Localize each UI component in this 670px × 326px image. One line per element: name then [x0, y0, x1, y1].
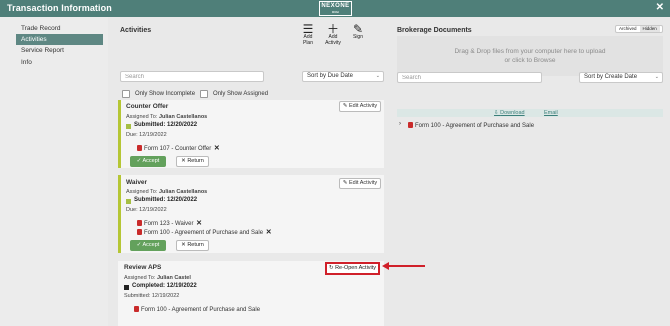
- status-indicator: [126, 124, 131, 129]
- dropzone-text: Drag & Drop files from your computer her…: [454, 48, 606, 55]
- archived-hidden-toggle: Archived Hidden: [615, 25, 663, 33]
- status-text: Submitted: 12/20/2022: [134, 122, 198, 128]
- logo-subtext: MREI: [331, 10, 340, 14]
- return-button[interactable]: ✕ Return: [176, 156, 209, 167]
- assigned-label: Assigned To:: [124, 275, 156, 281]
- email-link[interactable]: Email: [544, 110, 558, 116]
- activity-card-review-aps: Review APS ↻ Re-Open Activity Assigned T…: [118, 261, 384, 326]
- chevron-down-icon: ⌄: [654, 74, 659, 80]
- assigned-to: Assigned To: Julian Castellanos: [126, 114, 207, 120]
- remove-form-icon[interactable]: ✕: [266, 229, 272, 236]
- add-activity-button[interactable]: ＋ Add Activity: [323, 23, 343, 46]
- accept-label: Accept: [142, 158, 160, 164]
- activity-title: Waiver: [126, 179, 148, 186]
- form-name[interactable]: Form 100 - Agreement of Purchase and Sal…: [141, 307, 260, 313]
- activity-card-waiver: Waiver ✎ Edit Activity Assigned To: Juli…: [118, 175, 384, 253]
- assigned-to: Assigned To: Julian Castel: [124, 275, 191, 281]
- sidebar-item-info[interactable]: Info: [16, 57, 103, 68]
- submitted-date: Submitted: 12/19/2022: [124, 293, 180, 299]
- documents-sort-select[interactable]: Sort by Create Date ⌄: [579, 72, 663, 83]
- activities-sort-value: Sort by Due Date: [307, 73, 354, 79]
- upload-dropzone[interactable]: Drag & Drop files from your computer her…: [397, 36, 663, 76]
- sidebar-item-activities[interactable]: Activities: [16, 34, 103, 45]
- form-item: Form 123 - Waiver ✕: [137, 219, 202, 227]
- assigned-to: Assigned To: Julian Castellanos: [126, 189, 207, 195]
- only-incomplete-label: Only Show Incomplete: [135, 91, 196, 97]
- chevron-right-icon[interactable]: ›: [399, 121, 401, 127]
- document-name[interactable]: Form 100 - Agreement of Purchase and Sal…: [415, 123, 534, 129]
- return-label: Return: [187, 158, 204, 164]
- chevron-down-icon: ⌄: [375, 73, 380, 79]
- due-date: Due: 12/19/2022: [126, 207, 167, 213]
- form-item: Form 100 - Agreement of Purchase and Sal…: [137, 228, 272, 236]
- add-plan-label: Add Plan: [302, 34, 313, 46]
- form-item: Form 107 - Counter Offer ✕: [137, 144, 220, 152]
- reopen-activity-label: Re-Open Activity: [335, 265, 377, 271]
- download-link[interactable]: ⇩ Download: [494, 110, 525, 116]
- only-assigned-checkbox[interactable]: [200, 90, 208, 98]
- sidebar-item-trade-record[interactable]: Trade Record: [16, 23, 103, 34]
- edit-activity-label: Edit Activity: [349, 103, 378, 109]
- brokerage-title: Brokerage Documents: [397, 27, 472, 34]
- sidebar: Trade Record Activities Service Report I…: [0, 17, 108, 326]
- edit-activity-button[interactable]: ✎ Edit Activity: [339, 101, 381, 112]
- form-name[interactable]: Form 123 - Waiver: [144, 221, 193, 227]
- logo-text: NEXONE: [321, 3, 350, 9]
- due-date: Due: 12/19/2022: [126, 132, 167, 138]
- assignee-name: Julian Castellanos: [158, 189, 208, 195]
- activities-search-input[interactable]: [120, 71, 264, 82]
- return-button[interactable]: ✕ Return: [176, 240, 209, 251]
- sign-button[interactable]: ✎ Sign: [348, 23, 368, 41]
- close-icon[interactable]: ✕: [656, 2, 664, 14]
- only-incomplete-checkbox[interactable]: [122, 90, 130, 98]
- edit-activity-label: Edit Activity: [349, 180, 378, 186]
- remove-form-icon[interactable]: ✕: [214, 145, 220, 152]
- nexone-logo: NEXONE MREI: [319, 1, 352, 16]
- accept-label: Accept: [142, 242, 160, 248]
- activities-title: Activities: [120, 27, 152, 34]
- assigned-label: Assigned To:: [126, 114, 158, 120]
- pdf-icon: [137, 220, 142, 226]
- assigned-label: Assigned To:: [126, 189, 158, 195]
- assignee-name: Julian Castellanos: [158, 114, 208, 120]
- only-assigned-label: Only Show Assigned: [213, 91, 269, 97]
- pdf-icon: [137, 229, 142, 235]
- activity-card-counter-offer: Counter Offer ✎ Edit Activity Assigned T…: [118, 100, 384, 168]
- pdf-icon: [134, 306, 139, 312]
- documents-sort-value: Sort by Create Date: [584, 74, 638, 80]
- activity-title: Counter Offer: [126, 103, 169, 110]
- return-label: Return: [187, 242, 204, 248]
- activity-title: Review APS: [124, 264, 162, 271]
- status-indicator: [126, 199, 131, 204]
- sign-label: Sign: [352, 34, 363, 40]
- status-text: Submitted: 12/20/2022: [134, 197, 198, 203]
- pdf-icon: [408, 122, 413, 128]
- form-name[interactable]: Form 107 - Counter Offer: [144, 146, 211, 152]
- form-name[interactable]: Form 100 - Agreement of Purchase and Sal…: [144, 230, 263, 236]
- add-plan-button[interactable]: ☰ Add Plan: [298, 23, 318, 46]
- archived-toggle[interactable]: Archived: [616, 26, 640, 32]
- reopen-activity-button[interactable]: ↻ Re-Open Activity: [325, 262, 380, 275]
- edit-activity-button[interactable]: ✎ Edit Activity: [339, 178, 381, 189]
- accept-button[interactable]: ✓ Accept: [130, 156, 166, 167]
- status-indicator: [124, 285, 129, 290]
- pdf-icon: [137, 145, 142, 151]
- annotation-arrow-line: [388, 265, 425, 267]
- remove-form-icon[interactable]: ✕: [196, 220, 202, 227]
- accept-button[interactable]: ✓ Accept: [130, 240, 166, 251]
- activities-sort-select[interactable]: Sort by Due Date ⌄: [302, 71, 384, 82]
- sidebar-item-service-report[interactable]: Service Report: [16, 45, 103, 56]
- assignee-name: Julian Castel: [156, 275, 191, 281]
- window-title: Transaction Information: [7, 3, 112, 13]
- hidden-toggle[interactable]: Hidden: [639, 26, 660, 32]
- documents-search-input[interactable]: [397, 72, 542, 83]
- status-text: Completed: 12/19/2022: [132, 283, 197, 289]
- document-actions-row: [397, 109, 663, 117]
- title-bar: Transaction Information NEXONE MREI ✕: [0, 0, 670, 17]
- document-item: Form 100 - Agreement of Purchase and Sal…: [408, 122, 534, 129]
- download-label: Download: [500, 110, 525, 116]
- form-item: Form 100 - Agreement of Purchase and Sal…: [134, 306, 260, 313]
- dropzone-browse-text: or click to Browse: [504, 57, 556, 64]
